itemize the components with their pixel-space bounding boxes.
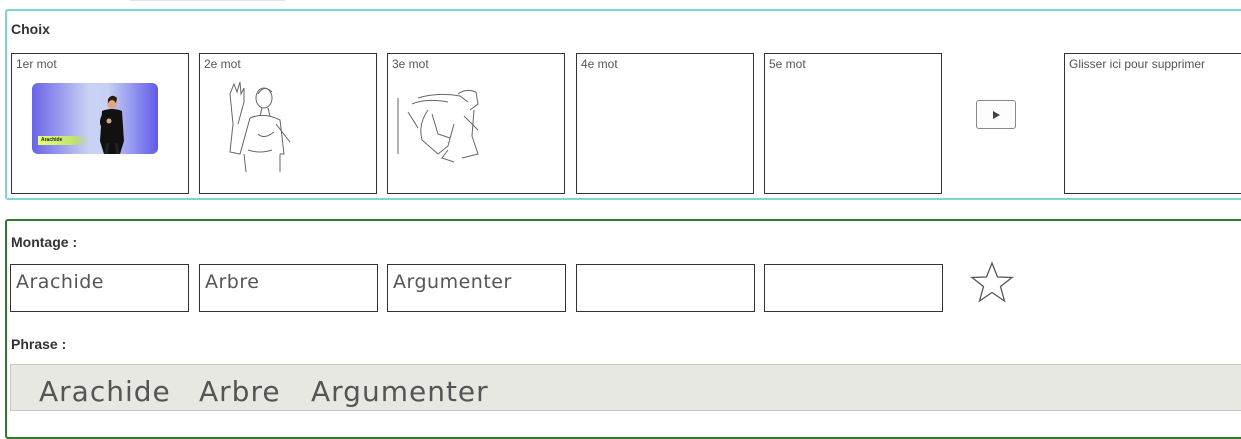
video-caption: Arachide bbox=[38, 136, 89, 145]
phrase-word: Argumenter bbox=[311, 375, 489, 408]
montage-word-4[interactable] bbox=[576, 264, 755, 312]
montage-word-2[interactable]: Arbre bbox=[199, 264, 378, 312]
word-slot-3[interactable]: 3e mot bbox=[387, 53, 565, 194]
montage-title: Montage : bbox=[11, 234, 78, 250]
phrase-bar: Arachide Arbre Argumenter bbox=[10, 364, 1241, 411]
slot-label: 4e mot bbox=[581, 57, 618, 71]
phrase-word: Arachide bbox=[39, 375, 171, 408]
slot-label: 1er mot bbox=[16, 57, 57, 71]
word-slot-1[interactable]: 1er mot Arachide bbox=[11, 53, 189, 194]
word-slot-4[interactable]: 4e mot bbox=[576, 53, 754, 194]
delete-drop-zone-label: Glisser ici pour supprimer bbox=[1069, 57, 1206, 71]
word-slot-2[interactable]: 2e mot bbox=[199, 53, 377, 194]
sign-sketch-arms-gesture bbox=[397, 89, 479, 163]
favorite-star-button[interactable] bbox=[968, 259, 1016, 307]
sign-sketch-raised-hand bbox=[229, 81, 291, 173]
choix-title: Choix bbox=[11, 21, 50, 37]
slot-label: 5e mot bbox=[769, 57, 806, 71]
sign-video-thumbnail[interactable]: Arachide bbox=[32, 83, 158, 154]
word-slot-5[interactable]: 5e mot bbox=[764, 53, 942, 194]
star-outline-icon bbox=[970, 261, 1014, 303]
phrase-title: Phrase : bbox=[11, 336, 67, 352]
play-button[interactable] bbox=[976, 100, 1016, 129]
top-tab-line bbox=[130, 0, 285, 1]
montage-word-3[interactable]: Argumenter bbox=[387, 264, 566, 312]
delete-drop-zone[interactable]: Glisser ici pour supprimer bbox=[1064, 53, 1241, 194]
play-icon bbox=[993, 110, 1000, 119]
montage-word-5[interactable] bbox=[764, 264, 943, 312]
montage-word-1[interactable]: Arachide bbox=[10, 264, 189, 312]
phrase-word: Arbre bbox=[199, 375, 281, 408]
